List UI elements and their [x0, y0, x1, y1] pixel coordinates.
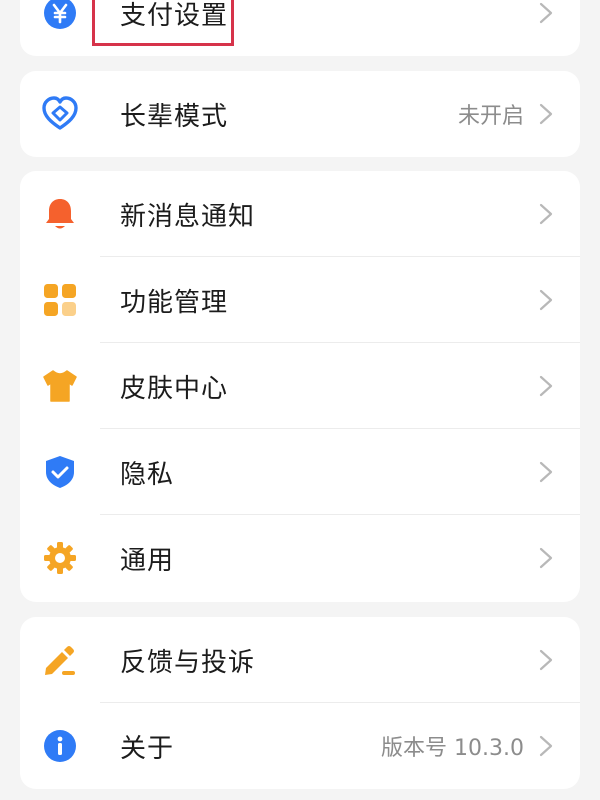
payment-card: 支付设置 [20, 0, 580, 56]
bell-icon [40, 194, 80, 234]
settings-item-elder-mode[interactable]: 长辈模式 未开启 [20, 71, 580, 157]
settings-item-notifications[interactable]: 新消息通知 [20, 171, 580, 257]
settings-item-label: 新消息通知 [120, 201, 256, 232]
settings-item-label: 通用 [120, 545, 175, 576]
general-settings-card: 新消息通知 功能管理 皮肤中心 隐私 通用 [20, 171, 580, 602]
settings-item-skin-center[interactable]: 皮肤中心 [20, 343, 580, 429]
yuan-icon [40, 0, 80, 33]
settings-item-label: 功能管理 [120, 287, 229, 318]
chevron-right-icon [539, 103, 553, 125]
app-version: 版本号 10.3.0 [381, 736, 524, 761]
settings-item-label: 关于 [120, 733, 175, 764]
heart-hands-icon [40, 94, 80, 134]
settings-item-feature-management[interactable]: 功能管理 [20, 257, 580, 343]
chevron-right-icon [539, 461, 553, 483]
chevron-right-icon [539, 547, 553, 569]
chevron-right-icon [539, 375, 553, 397]
info-icon [40, 726, 80, 766]
settings-item-payment[interactable]: 支付设置 [20, 0, 580, 56]
settings-item-label: 支付设置 [120, 0, 229, 31]
settings-item-about[interactable]: 关于 版本号 10.3.0 [20, 703, 580, 789]
settings-item-label: 长辈模式 [120, 101, 229, 132]
settings-item-general[interactable]: 通用 [20, 515, 580, 601]
tshirt-icon [40, 366, 80, 406]
settings-item-label: 反馈与投诉 [120, 647, 256, 678]
grid-icon [40, 280, 80, 320]
chevron-right-icon [539, 2, 553, 24]
elder-mode-status: 未开启 [457, 104, 524, 129]
settings-item-feedback[interactable]: 反馈与投诉 [20, 617, 580, 703]
elder-mode-card: 长辈模式 未开启 [20, 71, 580, 157]
shield-check-icon [40, 452, 80, 492]
settings-item-label: 隐私 [120, 459, 175, 490]
settings-item-label: 皮肤中心 [120, 373, 229, 404]
chevron-right-icon [539, 203, 553, 225]
support-card: 反馈与投诉 关于 版本号 10.3.0 [20, 617, 580, 789]
chevron-right-icon [539, 649, 553, 671]
pen-icon [40, 640, 80, 680]
settings-item-privacy[interactable]: 隐私 [20, 429, 580, 515]
chevron-right-icon [539, 735, 553, 757]
gear-icon [40, 538, 80, 578]
chevron-right-icon [539, 289, 553, 311]
